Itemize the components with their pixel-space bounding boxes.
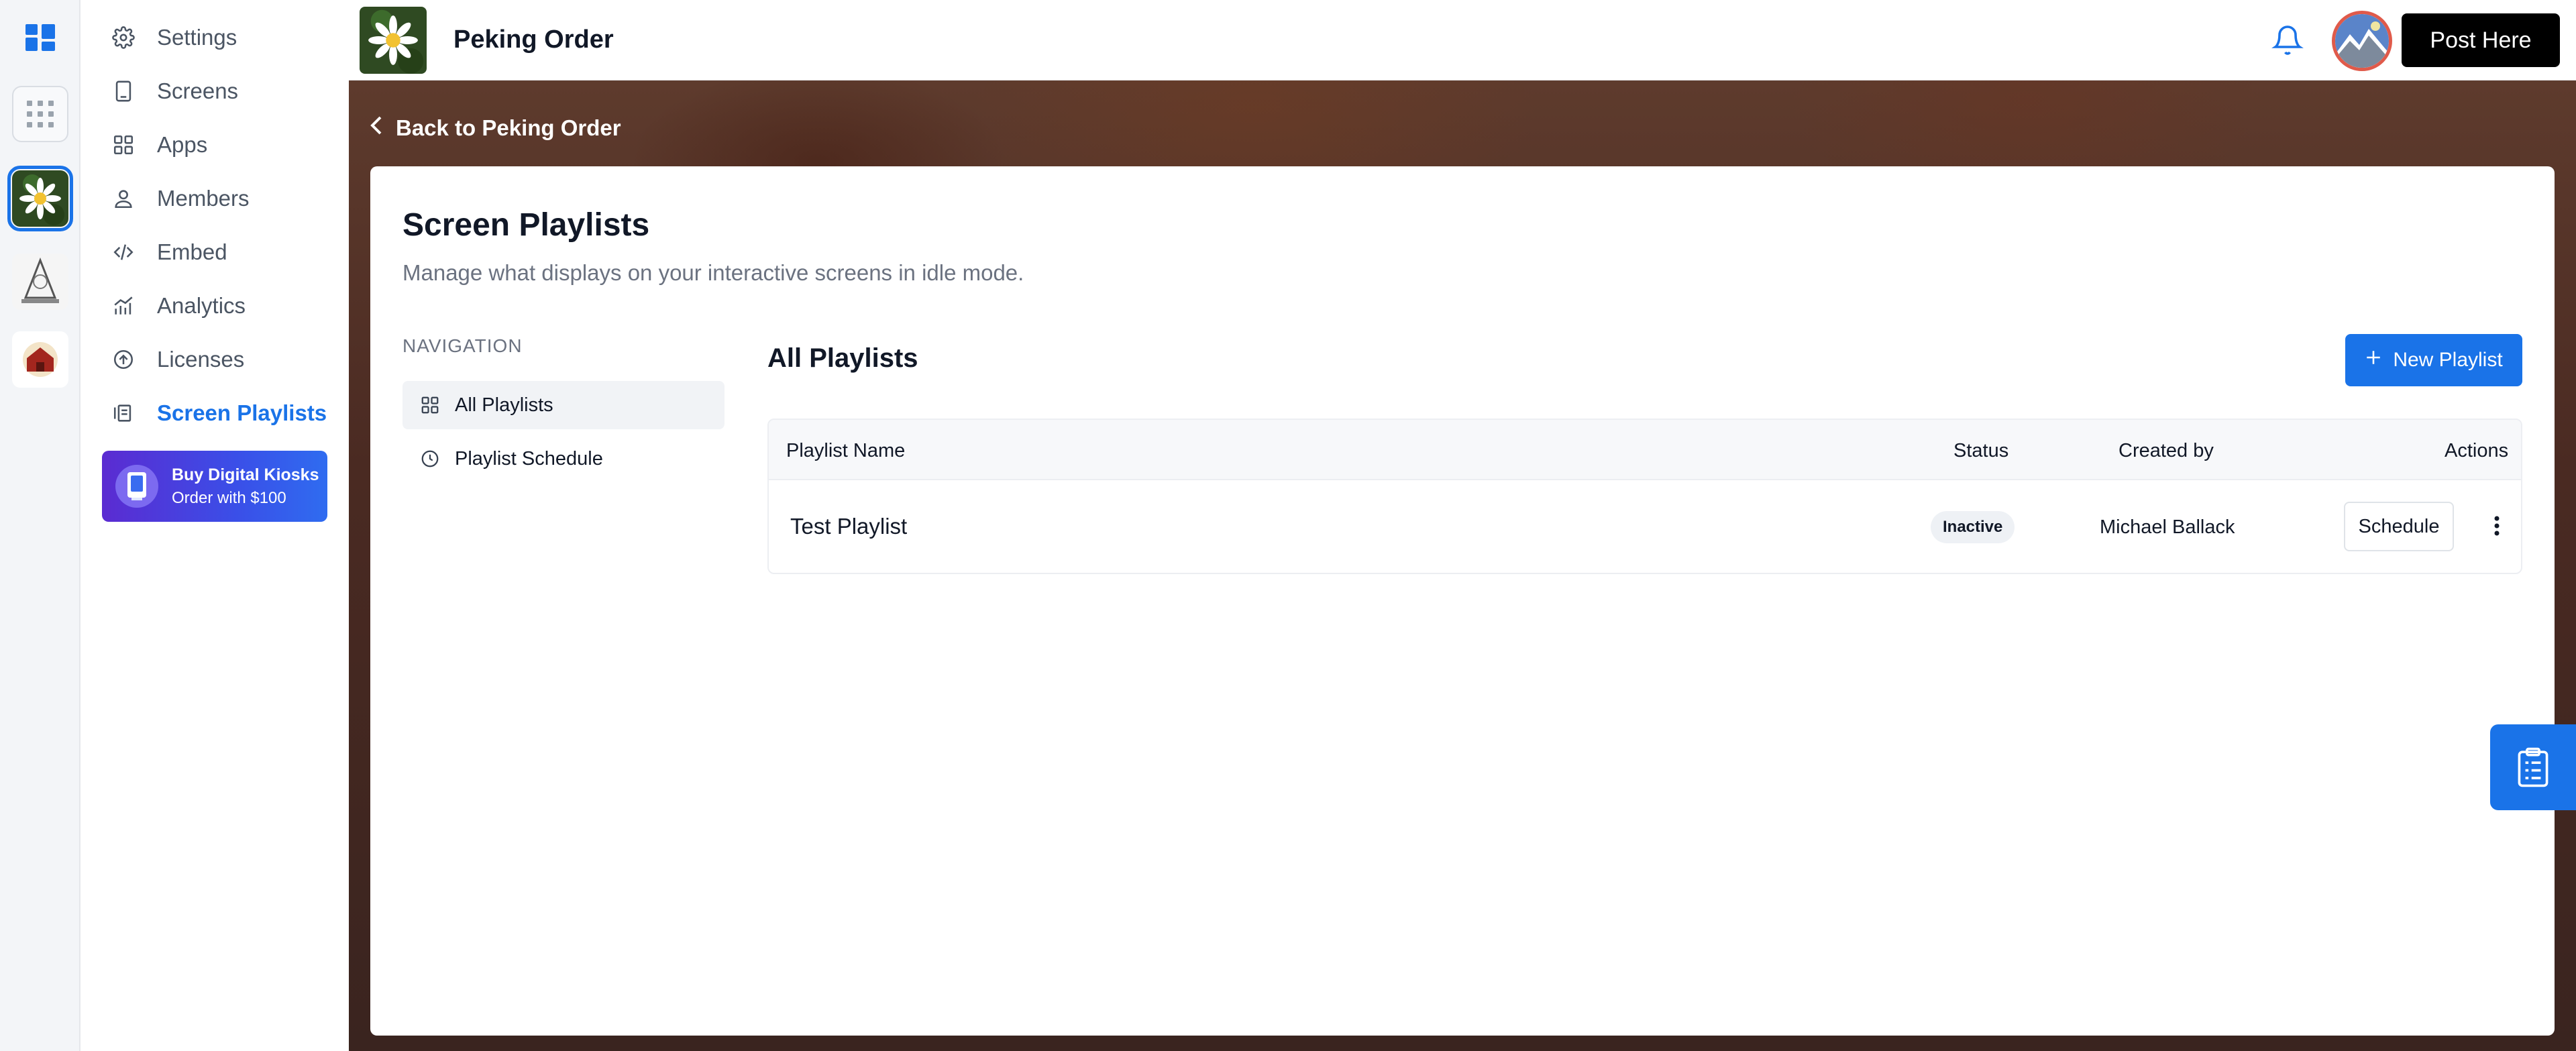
inner-nav-label: Playlist Schedule <box>455 447 603 469</box>
status-badge: Inactive <box>1931 511 2015 543</box>
sidebar-item-label: Analytics <box>157 293 246 318</box>
sidebar-item-label: Members <box>157 186 250 211</box>
tablet-icon <box>110 78 137 105</box>
content-card: Screen Playlists Manage what displays on… <box>370 166 2555 1036</box>
section-title: All Playlists <box>767 343 918 373</box>
workspace-thumb-peking-order[interactable] <box>7 166 73 231</box>
sidebar-item-label: Screens <box>157 78 239 103</box>
add-workspace-button[interactable] <box>12 86 68 142</box>
store-avatar[interactable] <box>360 7 427 74</box>
inner-nav-all-playlists[interactable]: All Playlists <box>402 381 724 429</box>
sidebar-item-label: Embed <box>157 239 227 264</box>
playlist-name[interactable]: Test Playlist <box>790 514 907 539</box>
workspace-rail <box>0 0 80 1051</box>
back-link[interactable]: Back to Peking Order <box>369 115 621 141</box>
promo-title: Buy Digital Kiosks <box>172 465 319 484</box>
upload-circle-icon <box>110 346 137 373</box>
sidebar-item-members[interactable]: Members <box>110 178 338 219</box>
playlists-table: Playlist Name Status Created by Actions … <box>767 419 2522 574</box>
sidebar: Settings Screens Apps Members Embed Anal… <box>80 0 349 1051</box>
new-playlist-button[interactable]: New Playlist <box>2345 334 2522 386</box>
clipboard-feedback-button[interactable] <box>2490 724 2576 810</box>
sidebar-item-label: Apps <box>157 132 208 157</box>
more-options-icon[interactable] <box>2483 512 2510 539</box>
sidebar-item-analytics[interactable]: Analytics <box>110 286 338 326</box>
sidebar-item-label: Licenses <box>157 347 245 372</box>
created-by: Michael Ballack <box>2100 516 2235 538</box>
sidebar-item-screen-playlists[interactable]: Screen Playlists <box>110 393 338 433</box>
column-header-status: Status <box>1953 440 2009 461</box>
sidebar-item-screens[interactable]: Screens <box>110 71 338 111</box>
workspace-thumb-3[interactable] <box>12 331 68 388</box>
grid-icon <box>110 131 137 158</box>
schedule-button[interactable]: Schedule <box>2344 502 2454 551</box>
kiosk-icon <box>115 465 158 508</box>
sidebar-item-label: Screen Playlists <box>157 400 327 425</box>
sidebar-item-apps[interactable]: Apps <box>110 125 338 165</box>
store-name: Peking Order <box>453 25 614 54</box>
bell-icon[interactable] <box>2271 24 2304 56</box>
page-subtitle: Manage what displays on your interactive… <box>402 260 1024 285</box>
table-header: Playlist Name Status Created by Actions <box>769 420 2521 480</box>
back-link-label: Back to Peking Order <box>396 115 621 140</box>
sidebar-item-settings[interactable]: Settings <box>110 17 338 58</box>
user-avatar[interactable] <box>2332 11 2392 71</box>
clipboard-icon <box>2518 747 2548 787</box>
buy-kiosks-promo[interactable]: Buy Digital Kiosks Order with $100 <box>102 451 327 522</box>
app-logo-icon[interactable] <box>24 21 56 54</box>
sidebar-item-label: Settings <box>157 25 237 50</box>
sidebar-item-licenses[interactable]: Licenses <box>110 339 338 380</box>
new-playlist-label: New Playlist <box>2393 349 2503 371</box>
gear-icon <box>110 24 137 51</box>
chevron-left-icon <box>369 115 384 141</box>
inner-nav-label: All Playlists <box>455 394 553 416</box>
column-header-created-by: Created by <box>2118 440 2214 461</box>
post-here-button[interactable]: Post Here <box>2402 13 2560 67</box>
workspace-thumb-2[interactable] <box>12 254 68 310</box>
inner-nav-playlist-schedule[interactable]: Playlist Schedule <box>402 435 724 483</box>
clock-icon <box>419 447 441 470</box>
user-icon <box>110 185 137 212</box>
plus-icon <box>2365 349 2382 372</box>
chart-icon <box>110 292 137 319</box>
grid-icon <box>419 394 441 417</box>
grid-add-icon <box>27 101 54 127</box>
code-icon <box>110 239 137 266</box>
column-header-actions: Actions <box>2445 440 2509 461</box>
column-header-playlist-name: Playlist Name <box>786 440 906 461</box>
playlist-icon <box>110 400 137 427</box>
top-bar: Peking Order Post Here <box>349 0 2576 80</box>
page-title: Screen Playlists <box>402 207 650 243</box>
sidebar-item-embed[interactable]: Embed <box>110 232 338 272</box>
inner-nav-heading: NAVIGATION <box>402 335 523 356</box>
table-row[interactable]: Test Playlist Inactive Michael Ballack S… <box>769 480 2521 573</box>
promo-subtitle: Order with $100 <box>172 488 286 507</box>
